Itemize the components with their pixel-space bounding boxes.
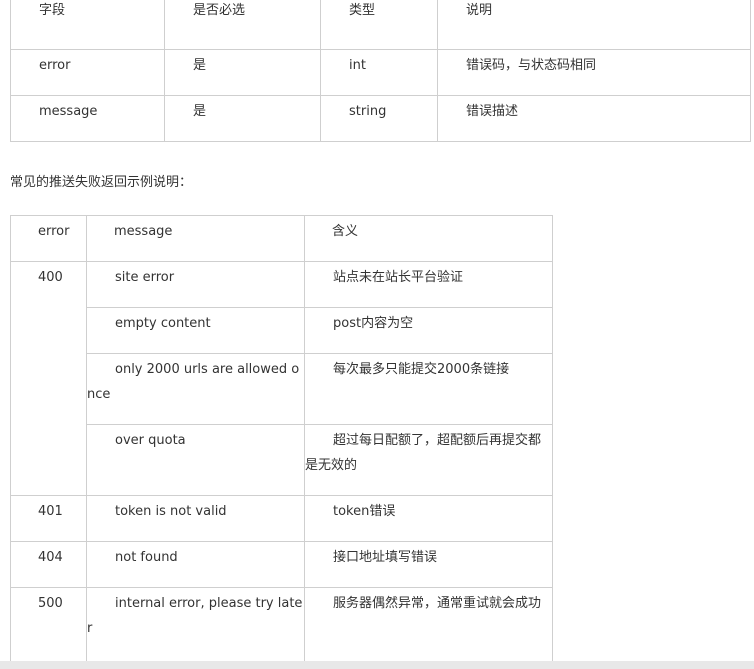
table-cell: 是 [164, 95, 321, 142]
header-label: 类型 [349, 3, 376, 18]
field-name: error [39, 58, 71, 73]
table-cell: 站点未在站长平台验证 [304, 261, 553, 308]
table-cell: 超过每日配额了，超配额后再提交都是无效的 [304, 424, 553, 496]
error-code-cell: 401 [10, 495, 87, 542]
error-code-cell: 404 [10, 541, 87, 588]
table-cell: message [10, 95, 165, 142]
error-code: 500 [38, 596, 63, 611]
error-meaning: 站点未在站长平台验证 [333, 270, 464, 285]
table-cell: 错误码，与状态码相同 [437, 49, 751, 96]
table-cell: internal error, please try later [86, 587, 305, 662]
error-meaning: token错误 [333, 504, 396, 519]
table-row: 400 site error 站点未在站长平台验证 [10, 261, 553, 496]
table-cell: site error [86, 261, 305, 308]
table-row: error 是 int 错误码，与状态码相同 [10, 49, 751, 96]
field-type: int [349, 58, 366, 73]
table-row: message 是 string 错误描述 [10, 95, 751, 142]
error-code: 401 [38, 504, 63, 519]
field-required: 是 [193, 104, 207, 119]
error-meaning: 每次最多只能提交2000条链接 [333, 362, 510, 377]
table-header-row: 字段 是否必选 类型 说明 [10, 0, 751, 50]
horizontal-scrollbar[interactable] [0, 661, 754, 669]
error-message: empty content [115, 316, 211, 331]
table-cell: int [320, 49, 438, 96]
error-code-cell: 500 [10, 587, 87, 662]
header-cell-message: message [86, 215, 305, 262]
table-cell: 每次最多只能提交2000条链接 [304, 353, 553, 425]
header-label: 说明 [466, 3, 493, 18]
error-message: over quota [115, 433, 186, 448]
header-cell-field: 字段 [10, 0, 165, 50]
table-row: empty content post内容为空 [11, 307, 553, 354]
error-message: site error [115, 270, 175, 285]
header-label: 字段 [39, 3, 66, 18]
table-cell: error [10, 49, 165, 96]
table-cell: string [320, 95, 438, 142]
error-message: only 2000 urls are allowed once [87, 362, 300, 402]
error-code: 404 [38, 550, 63, 565]
error-message: not found [115, 550, 178, 565]
table-cell: 是 [164, 49, 321, 96]
header-cell-required: 是否必选 [164, 0, 321, 50]
table-cell: token错误 [304, 495, 553, 542]
header-cell-type: 类型 [320, 0, 438, 50]
table-row: 500 internal error, please try later 服务器… [10, 587, 553, 662]
error-code-cell: 400 [10, 261, 87, 496]
header-label: 是否必选 [193, 3, 246, 18]
table-header-row: error message 含义 [10, 215, 553, 262]
error-meaning: 超过每日配额了，超配额后再提交都是无效的 [305, 433, 542, 473]
error-meaning: 服务器偶然异常，通常重试就会成功 [333, 596, 542, 611]
table-cell: post内容为空 [304, 307, 553, 354]
table-row: only 2000 urls are allowed once 每次最多只能提交… [11, 353, 553, 425]
field-type: string [349, 104, 387, 119]
header-label: error [38, 224, 70, 239]
error-meaning: post内容为空 [333, 316, 414, 331]
header-label: message [114, 224, 173, 239]
table-row: 401 token is not valid token错误 [10, 495, 553, 542]
table-row: 404 not found 接口地址填写错误 [10, 541, 553, 588]
errors-table: error message 含义 400 site error 站点未在站长平台… [10, 215, 553, 662]
error-meaning: 接口地址填写错误 [333, 550, 438, 565]
table-cell: over quota [86, 424, 305, 496]
table-cell: not found [86, 541, 305, 588]
fields-table: 字段 是否必选 类型 说明 error 是 int 错误码，与状态码相同 mes… [10, 0, 751, 142]
field-name: message [39, 104, 98, 119]
field-description: 错误码，与状态码相同 [466, 58, 597, 73]
table-cell: token is not valid [86, 495, 305, 542]
field-description: 错误描述 [466, 104, 519, 119]
field-required: 是 [193, 58, 207, 73]
table-row: over quota 超过每日配额了，超配额后再提交都是无效的 [11, 424, 553, 496]
header-label: 含义 [332, 224, 359, 239]
intro-text: 常见的推送失败返回示例说明： [10, 175, 193, 190]
table-cell: only 2000 urls are allowed once [86, 353, 305, 425]
header-cell-error: error [10, 215, 87, 262]
table-cell: 服务器偶然异常，通常重试就会成功 [304, 587, 553, 662]
error-code: 400 [38, 270, 63, 285]
header-cell-meaning: 含义 [304, 215, 553, 262]
table-cell: 接口地址填写错误 [304, 541, 553, 588]
header-cell-description: 说明 [437, 0, 751, 50]
table-cell: empty content [86, 307, 305, 354]
error-message: token is not valid [115, 504, 227, 519]
table-cell: 错误描述 [437, 95, 751, 142]
error-message: internal error, please try later [87, 596, 303, 636]
